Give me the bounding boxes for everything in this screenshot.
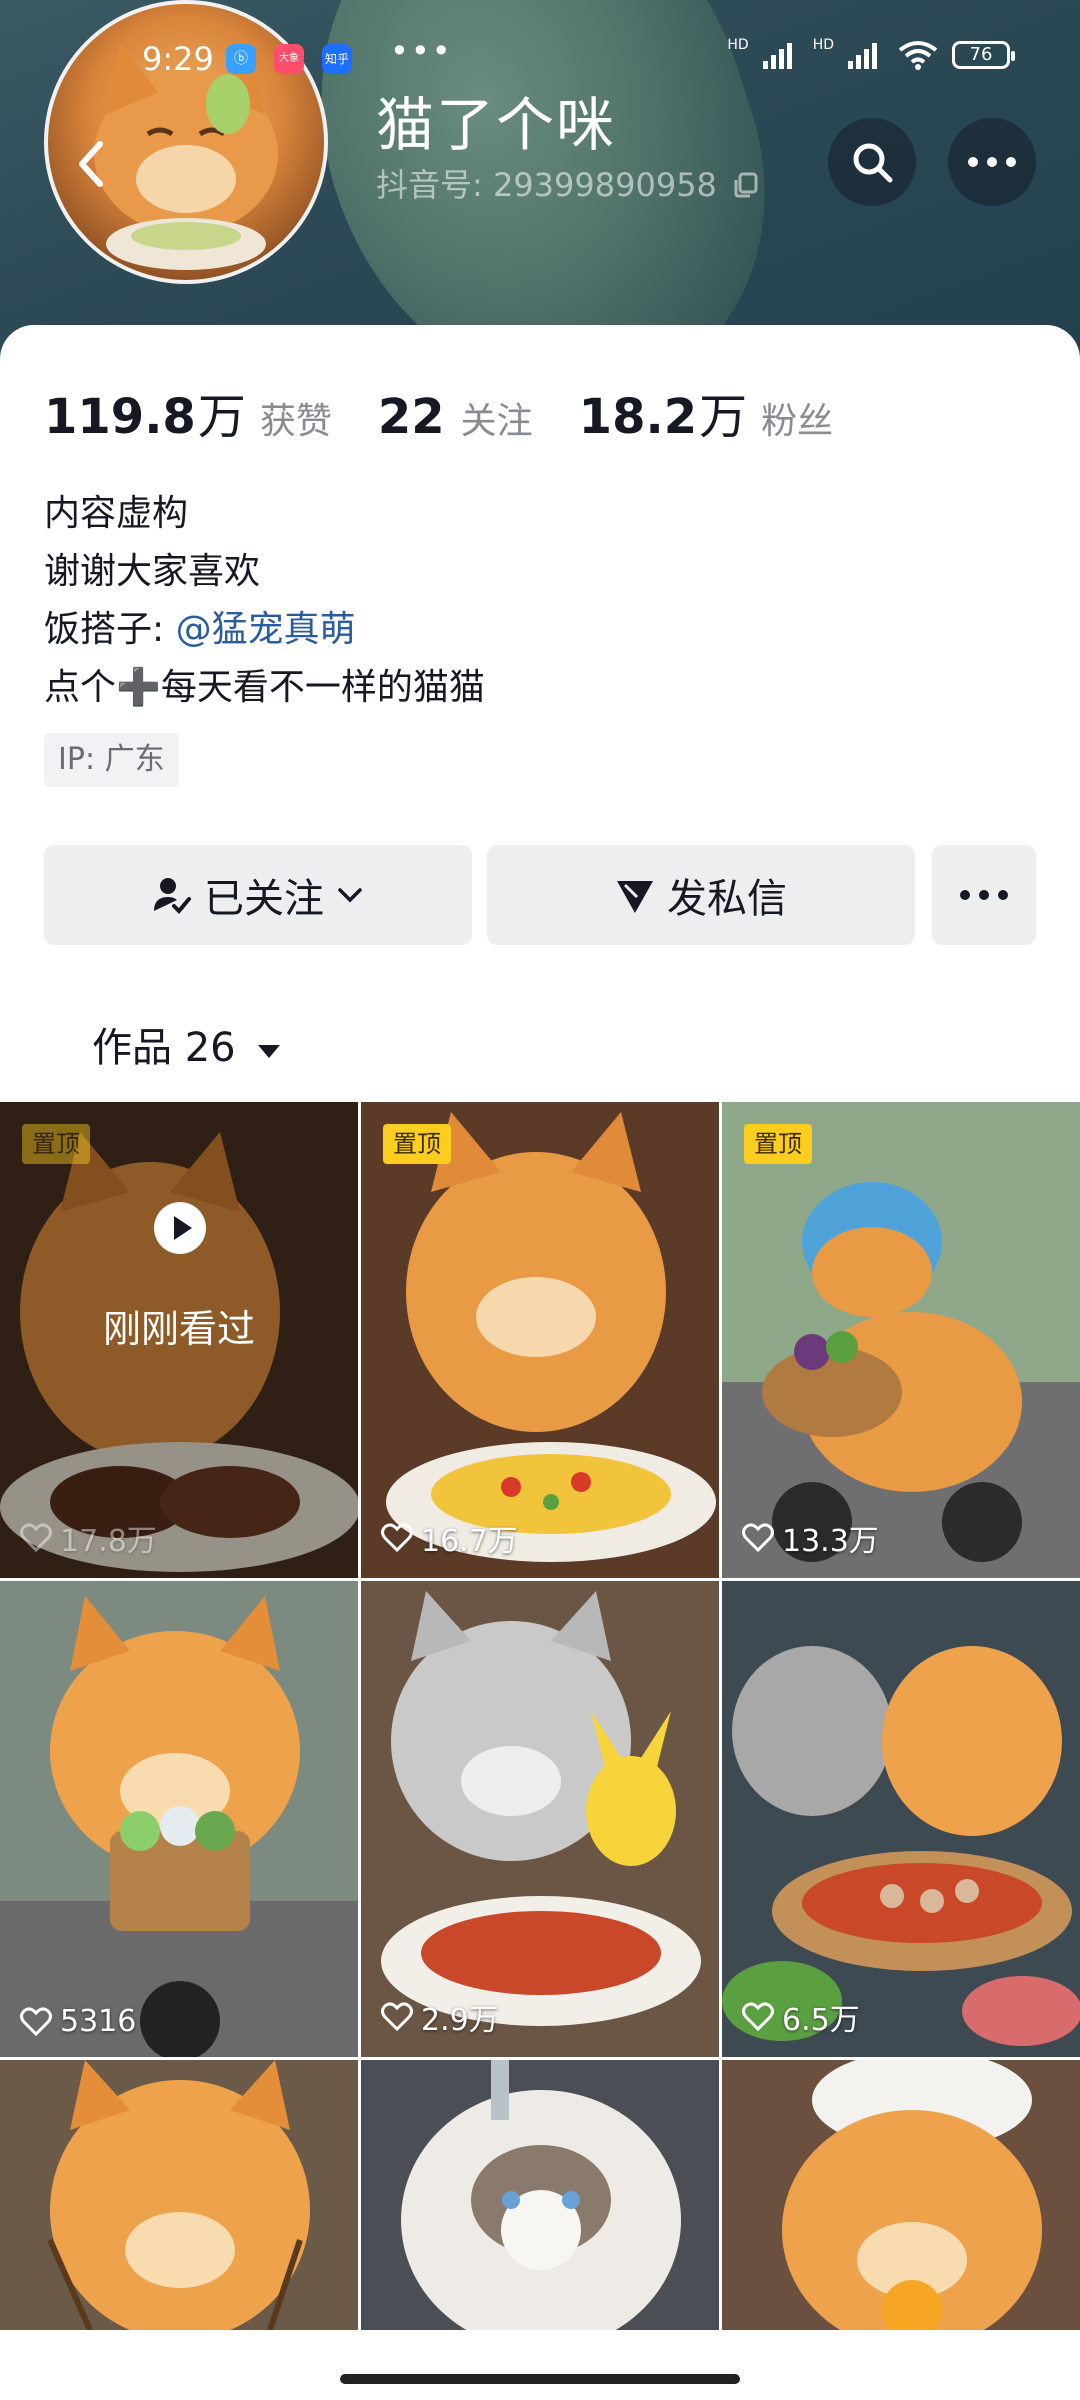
bio-line: 饭搭子: @猛宠真萌 xyxy=(44,601,485,659)
zhihu-app-icon: 知乎 xyxy=(322,44,352,74)
video-thumbnail[interactable] xyxy=(0,2060,358,2330)
video-thumbnail[interactable]: 置顶 刚刚看过 17.8万 xyxy=(0,1102,358,1578)
video-likes-count: 17.8万 xyxy=(60,1524,157,1559)
followed-user-icon xyxy=(154,878,191,914)
video-thumbnail[interactable] xyxy=(361,2060,719,2330)
tab-works[interactable]: 作品 26 xyxy=(92,1015,282,1073)
chevron-down-icon xyxy=(338,888,362,903)
heart-icon xyxy=(20,2006,52,2036)
video-likes: 6.5万 xyxy=(742,1995,860,2039)
video-likes: 17.8万 xyxy=(20,1516,157,1560)
status-bar: 9:29 ⓑ 大象 知乎 ••• HD HD 76 xyxy=(0,32,1080,80)
cat-on-bicycle-image xyxy=(0,1581,358,2057)
pinned-badge: 置顶 xyxy=(383,1124,451,1164)
bio-line: 谢谢大家喜欢 xyxy=(44,551,261,592)
profile-bio: 内容虚构 谢谢大家喜欢 饭搭子: @猛宠真萌 点个➕每天看不一样的猫猫 xyxy=(44,485,485,717)
cat-eating-rice-image xyxy=(361,1102,719,1578)
heart-icon xyxy=(381,1523,413,1553)
notification-app-icon: ⓑ xyxy=(226,44,256,74)
video-likes-count: 5316 xyxy=(60,2004,137,2039)
video-likes-count: 6.5万 xyxy=(782,2003,860,2038)
likes-count-unit: 万 xyxy=(197,389,246,445)
search-icon xyxy=(853,143,893,183)
video-likes: 2.9万 xyxy=(381,1995,499,2039)
video-likes-count: 13.3万 xyxy=(782,1524,879,1559)
video-likes: 13.3万 xyxy=(742,1516,879,1560)
heart-icon xyxy=(742,2002,774,2032)
video-thumbnail[interactable]: 2.9万 xyxy=(361,1581,719,2057)
ip-location-tag: IP: 广东 xyxy=(44,733,179,787)
heart-icon xyxy=(20,1523,52,1553)
search-button[interactable] xyxy=(828,118,916,206)
video-thumbnail[interactable] xyxy=(722,2060,1080,2330)
heart-icon xyxy=(742,1523,774,1553)
video-thumbnail[interactable]: 6.5万 xyxy=(722,1581,1080,2057)
cat-with-chopsticks-image xyxy=(0,2060,358,2330)
followers-count-unit: 万 xyxy=(699,389,748,445)
battery-icon: 76 xyxy=(952,41,1015,69)
pinned-badge: 置顶 xyxy=(744,1124,812,1164)
bio-mention-link[interactable]: @猛宠真萌 xyxy=(176,609,356,650)
recently-watched-label: 刚刚看过 xyxy=(102,1307,255,1351)
likes-label: 获赞 xyxy=(259,401,332,442)
cat-with-pikachu-image xyxy=(361,1581,719,2057)
play-icon xyxy=(154,1202,206,1254)
caret-down-icon xyxy=(258,1045,281,1058)
likes-count: 119.8 xyxy=(44,389,196,445)
pinned-badge: 置顶 xyxy=(22,1124,90,1164)
bio-line-text: 饭搭子: xyxy=(44,609,176,650)
followers-label[interactable]: 粉丝 xyxy=(761,392,833,444)
video-likes-count: 16.7万 xyxy=(421,1524,518,1559)
signal-icon xyxy=(848,43,877,69)
notification-app-icon: 大象 xyxy=(274,44,304,74)
wifi-icon xyxy=(898,41,938,70)
following-label[interactable]: 关注 xyxy=(461,392,533,444)
profile-stats: 119.8 万 获赞 22 关注 18.2 万 粉丝 xyxy=(44,377,879,447)
followed-button[interactable]: 已关注 xyxy=(44,845,472,945)
cat-on-scooter-image xyxy=(722,1102,1080,1578)
video-likes-count: 2.9万 xyxy=(421,2003,499,2038)
video-grid: 置顶 刚刚看过 17.8万 置顶 16.7万 置顶 13.3万 5316 2.9… xyxy=(0,1102,1080,2330)
cats-eating-hotpot-image xyxy=(722,1581,1080,2057)
more-options-button[interactable] xyxy=(948,118,1036,206)
chef-cat-image xyxy=(722,2060,1080,2330)
network-type-label: HD xyxy=(727,37,749,53)
video-thumbnail[interactable]: 置顶 13.3万 xyxy=(722,1102,1080,1578)
back-arrow-icon[interactable] xyxy=(64,134,124,194)
douyin-id-text: 抖音号: 29399890958 xyxy=(376,166,717,204)
following-count[interactable]: 22 xyxy=(378,389,445,445)
video-likes: 5316 xyxy=(20,2004,136,2039)
followed-button-label: 已关注 xyxy=(204,876,324,922)
ragdoll-cat-image xyxy=(361,2060,719,2330)
video-likes: 16.7万 xyxy=(381,1516,518,1560)
more-dots-icon xyxy=(960,890,1008,900)
video-thumbnail[interactable]: 置顶 16.7万 xyxy=(361,1102,719,1578)
profile-header: 9:29 ⓑ 大象 知乎 ••• HD HD 76 猫了个咪 抖音号: 2939… xyxy=(0,0,1080,360)
heart-icon xyxy=(381,2002,413,2032)
status-time: 9:29 xyxy=(142,40,214,78)
douyin-id: 抖音号: 29399890958 xyxy=(376,160,759,206)
paper-plane-icon xyxy=(617,881,653,913)
video-thumbnail[interactable]: 5316 xyxy=(0,1581,358,2057)
copy-icon[interactable] xyxy=(733,172,759,198)
network-type-label: HD xyxy=(812,37,834,53)
profile-name: 猫了个咪 xyxy=(376,91,617,159)
more-actions-button[interactable] xyxy=(932,845,1036,945)
more-dots-icon xyxy=(968,157,1016,167)
followers-count[interactable]: 18.2 xyxy=(579,389,697,445)
send-message-button[interactable]: 发私信 xyxy=(487,845,915,945)
bio-line: 内容虚构 xyxy=(44,493,189,534)
more-notifications-icon: ••• xyxy=(390,32,453,70)
signal-icon xyxy=(762,43,792,69)
bio-line: 点个➕每天看不一样的猫猫 xyxy=(44,667,485,708)
home-indicator[interactable] xyxy=(340,2374,740,2384)
profile-card: 119.8 万 获赞 22 关注 18.2 万 粉丝 内容虚构 谢谢大家喜欢 饭… xyxy=(0,325,1080,1105)
send-message-label: 发私信 xyxy=(667,876,787,922)
tab-works-label: 作品 26 xyxy=(92,1025,236,1071)
